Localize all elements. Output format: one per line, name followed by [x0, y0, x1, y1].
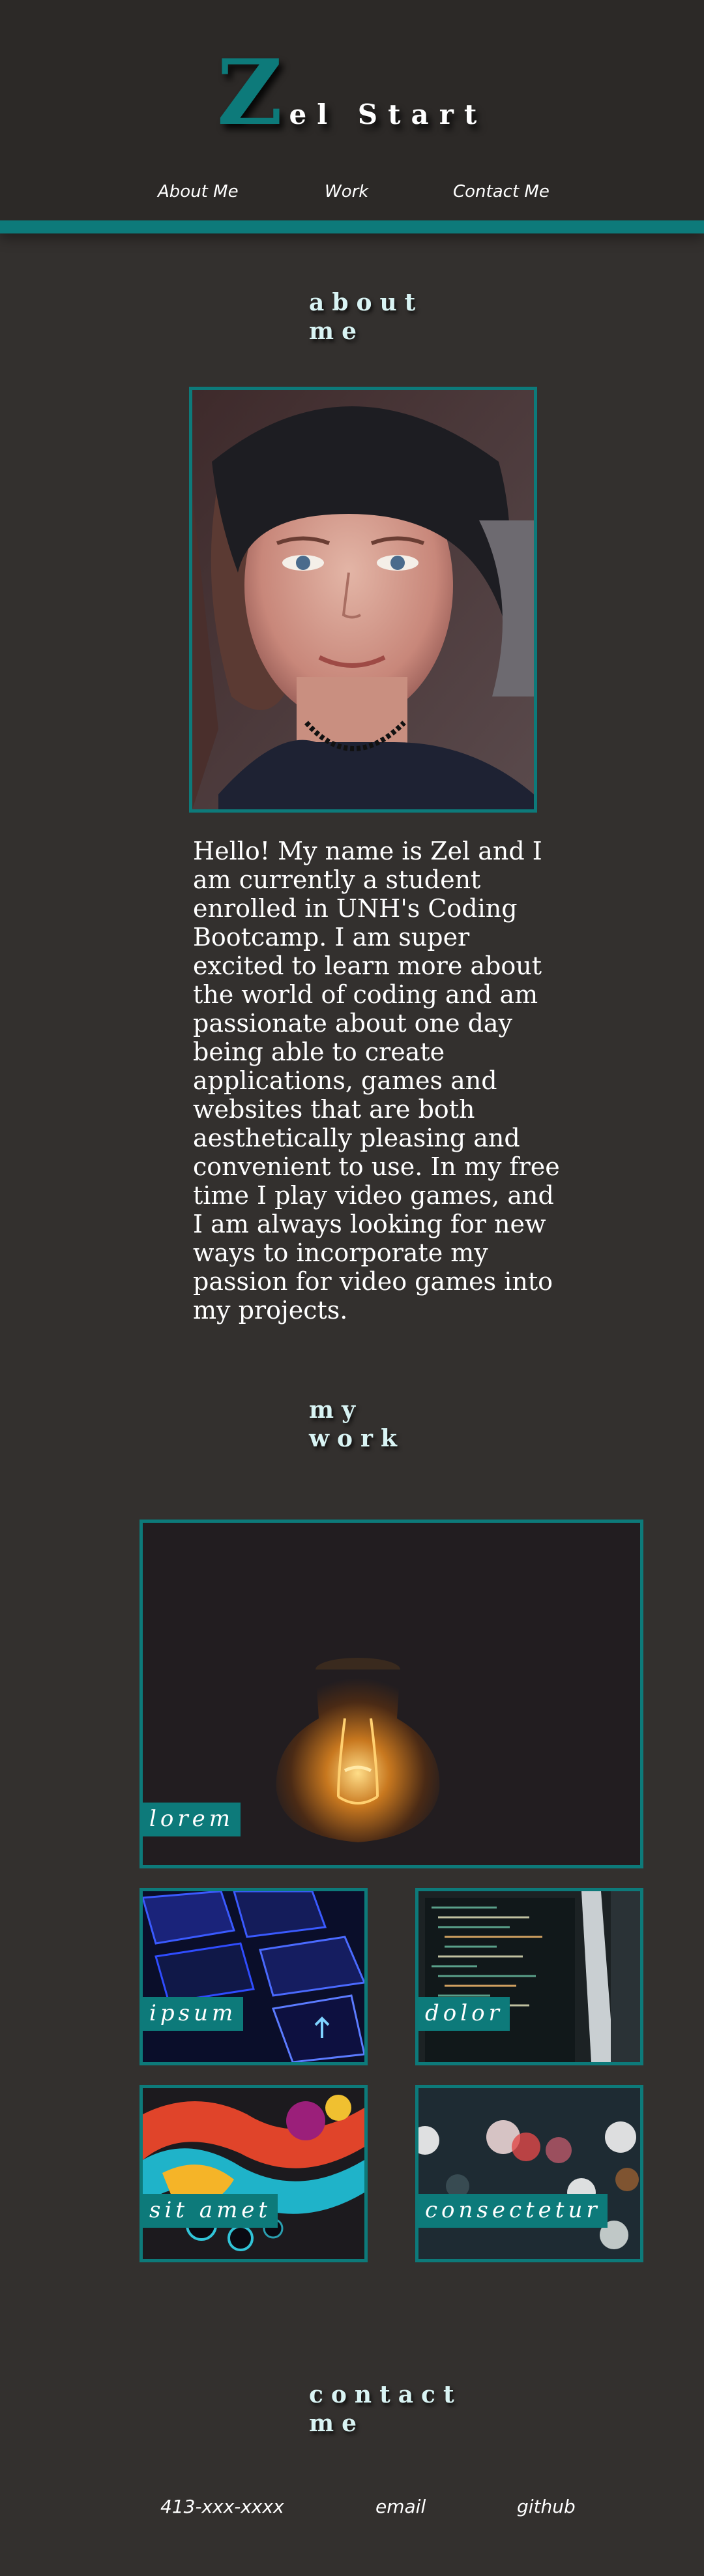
logo-initial: Z [216, 39, 283, 145]
about-title: about me [309, 289, 424, 345]
contact-phone-link[interactable]: 413-xxx-xxxx [160, 2496, 284, 2517]
project-label: sit amet [143, 2194, 278, 2228]
nav-link-work[interactable]: Work [325, 182, 368, 202]
work-title: my work [309, 1396, 405, 1452]
site-header: Zel Start About Me Work Contact Me [0, 0, 704, 233]
site-logo[interactable]: Zel Start [0, 39, 704, 145]
project-card[interactable]: consectetur [415, 2085, 643, 2262]
header-accent-bar [0, 220, 704, 233]
project-label: dolor [418, 1997, 510, 2031]
logo-text: el Start [289, 98, 488, 130]
nav-link-about[interactable]: About Me [158, 182, 239, 202]
project-card[interactable]: ipsum [139, 1888, 368, 2065]
profile-photo [189, 387, 537, 813]
nav-link-contact[interactable]: Contact Me [453, 182, 550, 202]
project-card-featured[interactable]: lorem [139, 1520, 643, 1868]
about-bio: Hello! My name is Zel and I am currently… [193, 837, 560, 1325]
contact-email-link[interactable]: email [375, 2496, 426, 2517]
project-card[interactable]: sit amet [139, 2085, 368, 2262]
project-label: consectetur [418, 2194, 608, 2228]
contact-github-link[interactable]: github [517, 2496, 576, 2517]
project-label: ipsum [143, 1997, 244, 2031]
project-label: lorem [143, 1803, 241, 1836]
project-card[interactable]: dolor [415, 1888, 643, 2065]
contact-title: contact me [309, 2381, 462, 2437]
